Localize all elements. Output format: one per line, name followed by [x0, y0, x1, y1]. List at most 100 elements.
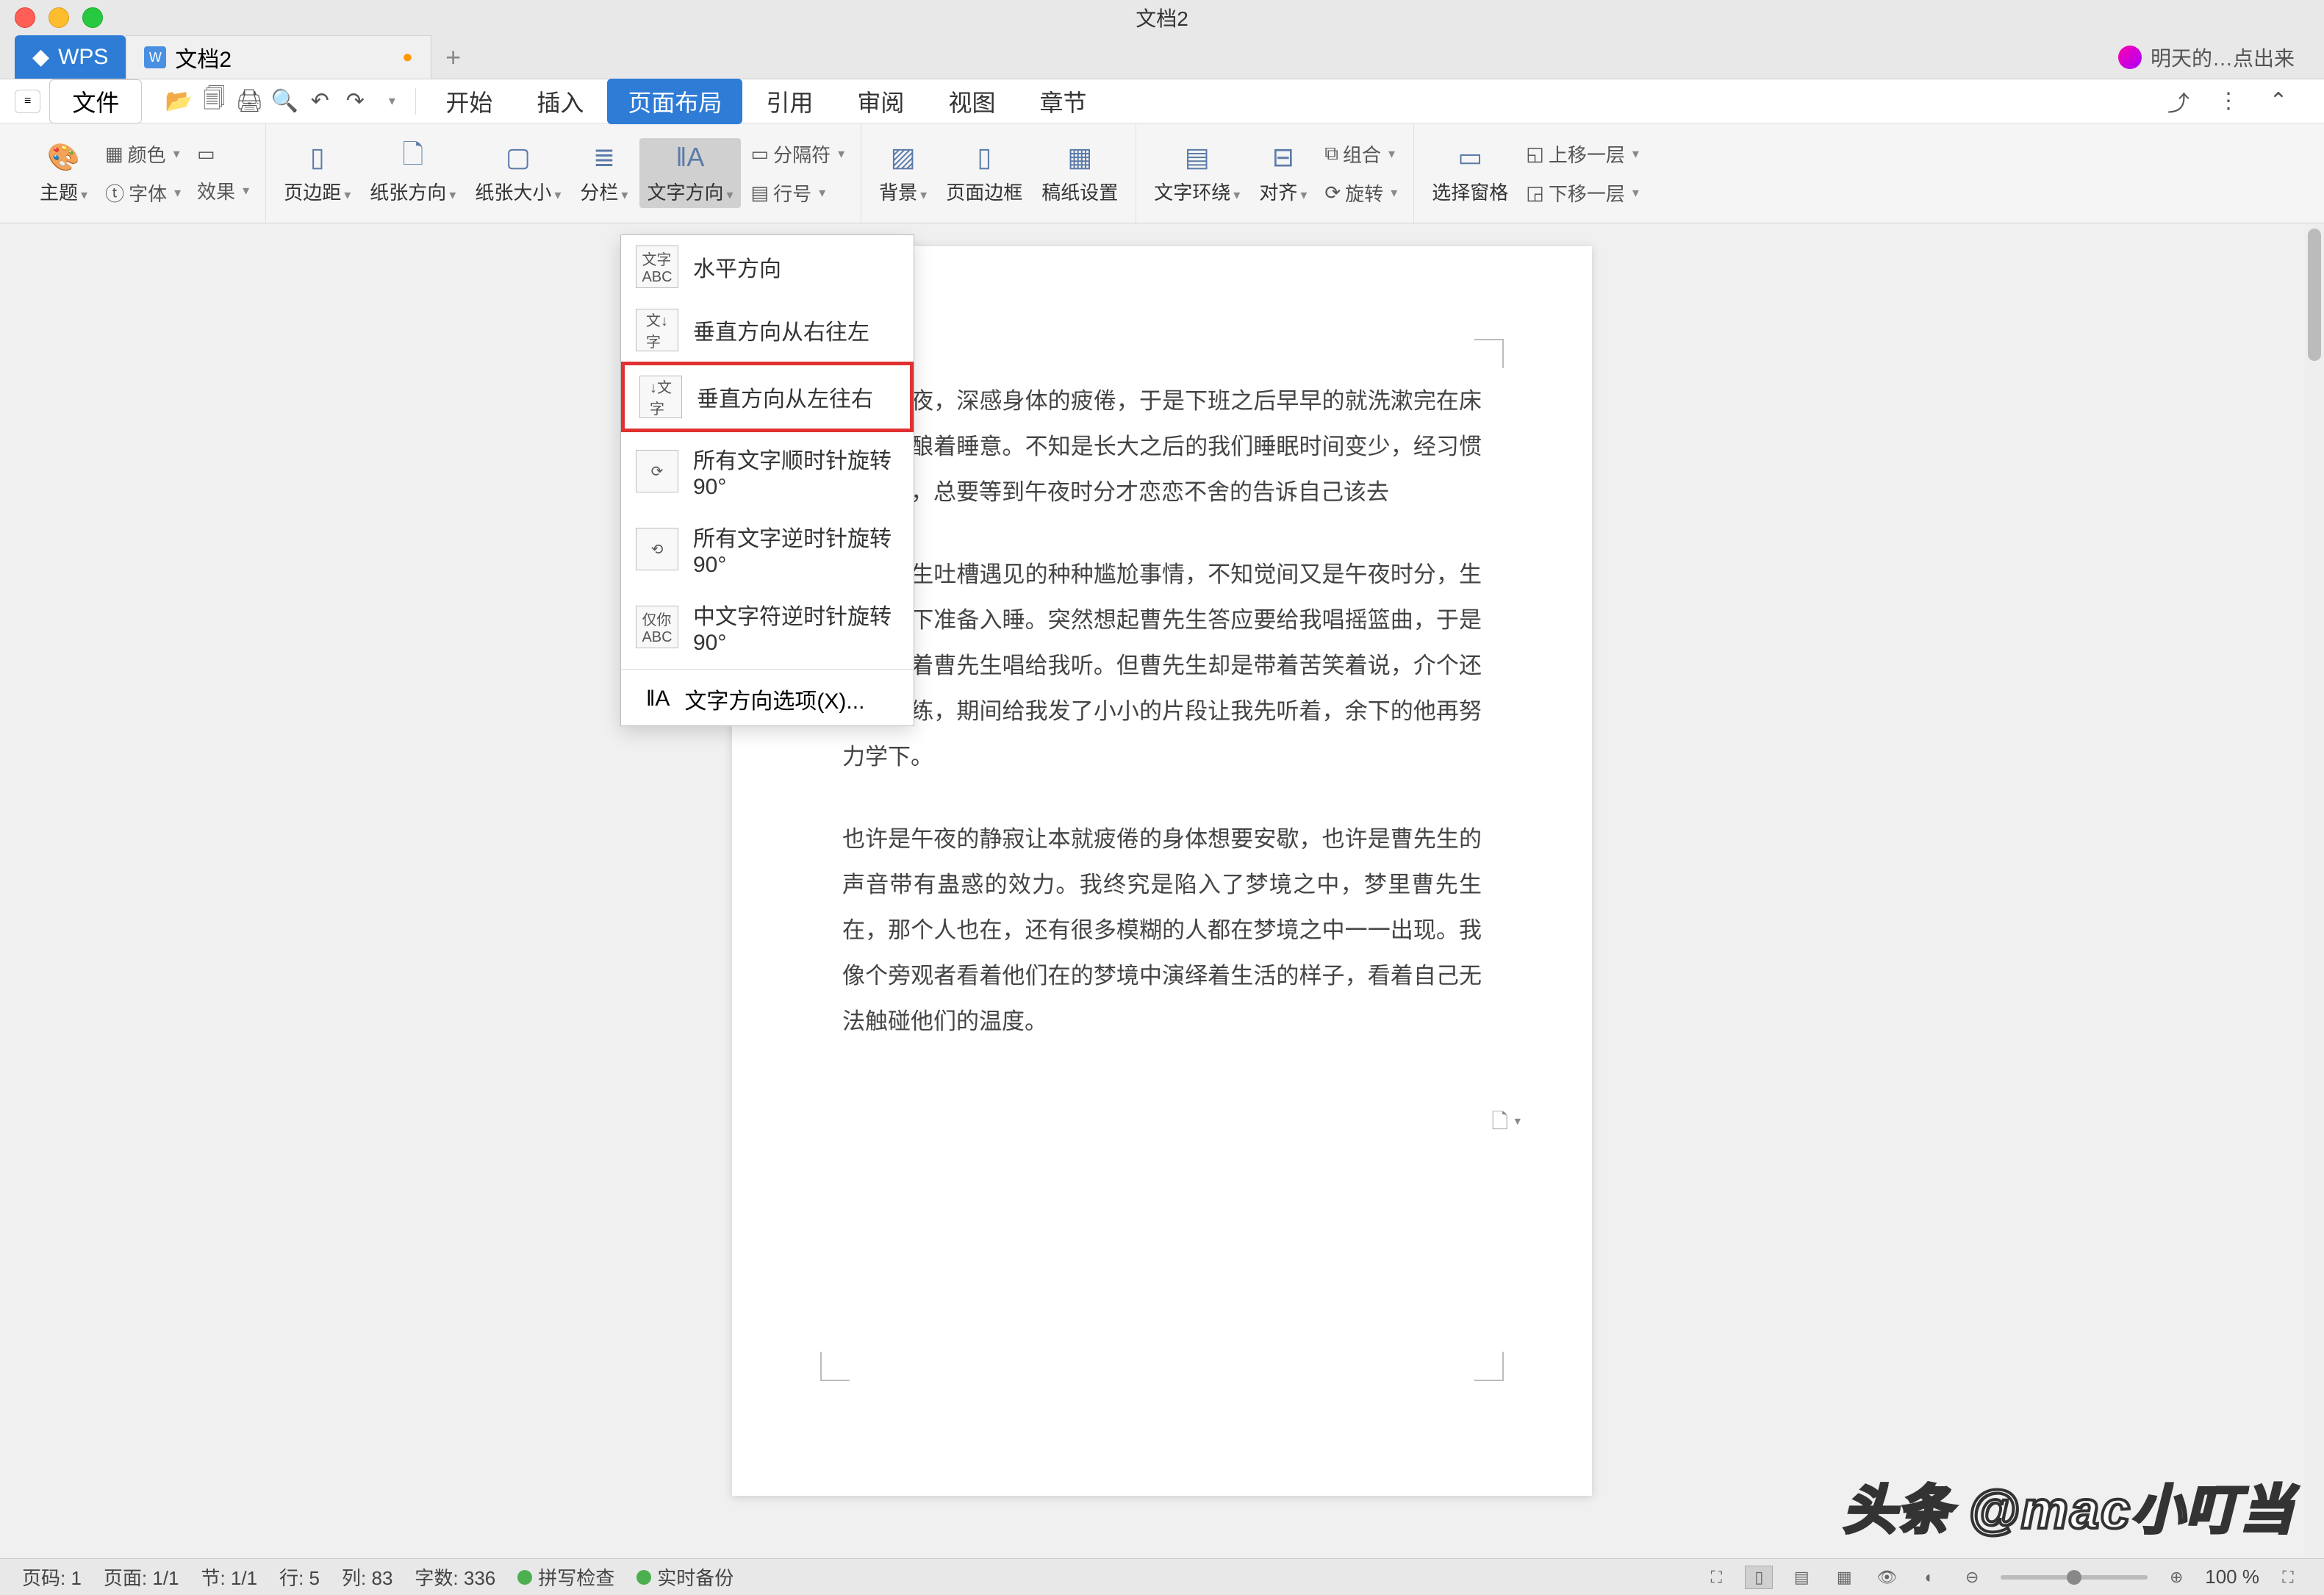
hamburger-menu-button[interactable]: ≡	[15, 90, 40, 113]
dd-item-cw90[interactable]: ⟳ 所有文字顺时针旋转90°	[621, 432, 914, 510]
status-wordcount[interactable]: 字数: 336	[415, 1563, 495, 1591]
selectpane-button[interactable]: ▭选择窗格	[1424, 138, 1516, 208]
close-window-button[interactable]	[15, 7, 35, 28]
background-icon: ▨	[887, 141, 919, 173]
zoom-slider-thumb[interactable]	[2067, 1570, 2081, 1585]
rotate-button[interactable]: ⟳旋转	[1319, 176, 1403, 209]
maximize-window-button[interactable]	[82, 7, 103, 28]
collapse-ribbon-icon[interactable]: ⌃	[2262, 85, 2295, 118]
font-button[interactable]: ⓣ字体	[99, 176, 187, 209]
selectpane-icon: ▭	[1454, 141, 1486, 173]
menu-tab-chapter[interactable]: 章节	[1019, 79, 1107, 124]
ribbon: 🎨 主题 ▦颜色 ⓣ字体 ▭ 效果 ▯页边距 🗋纸张方向 ▢纸张大小 ≣分栏 ‖…	[0, 123, 2324, 223]
status-backup[interactable]: 实时备份	[636, 1563, 734, 1591]
new-tab-button[interactable]: +	[431, 35, 476, 79]
page-content[interactable]: 日的熬夜，深感身体的疲倦，于是下班之后早早的就洗漱完在床上，酝酿着睡意。不知是长…	[842, 379, 1482, 1044]
background-button[interactable]: ▨背景	[872, 138, 934, 208]
redo-icon[interactable]: ↷	[339, 85, 371, 118]
tab-wps-label: WPS	[58, 45, 108, 70]
status-pagenum[interactable]: 页码: 1	[22, 1563, 82, 1591]
menu-tab-pagelayout[interactable]: 页面布局	[607, 79, 742, 124]
manuscript-button[interactable]: ▦稿纸设置	[1034, 138, 1125, 208]
color-button[interactable]: ▦颜色	[99, 137, 187, 171]
align-button[interactable]: ⊟对齐	[1252, 138, 1314, 208]
paragraph-1[interactable]: 日的熬夜，深感身体的疲倦，于是下班之后早早的就洗漱完在床上，酝酿着睡意。不知是长…	[842, 379, 1482, 515]
columns-button[interactable]: ≣分栏	[573, 138, 635, 208]
outlineview-button[interactable]: ▤	[1787, 1566, 1815, 1589]
status-page[interactable]: 页面: 1/1	[104, 1563, 179, 1591]
dash-button[interactable]: ▭	[191, 140, 255, 168]
size-icon: ▢	[502, 141, 534, 173]
text-direction-button[interactable]: ‖A文字方向	[639, 138, 740, 208]
textwrap-button[interactable]: ▤文字环绕	[1147, 138, 1247, 208]
fit-button[interactable]: ⛶	[2274, 1566, 2302, 1589]
tab-document[interactable]: W 文档2 ●	[126, 35, 431, 79]
movedown-button[interactable]: ◲下移一层	[1520, 176, 1645, 209]
horizontal-direction-icon: 文字ABC	[636, 245, 678, 288]
text-direction-dropdown: 文字ABC 水平方向 文↓字 垂直方向从右往左 ↓文字 垂直方向从左往右 ⟳ 所…	[620, 234, 914, 726]
group-icon: ⧉	[1324, 142, 1338, 165]
pageborder-button[interactable]: ▯页面边框	[939, 138, 1030, 208]
pageview-button[interactable]: ▯	[1745, 1566, 1773, 1589]
menu-tab-review[interactable]: 审阅	[836, 79, 925, 124]
scrollbar-thumb[interactable]	[2308, 229, 2321, 361]
vertical-scrollbar[interactable]	[2305, 224, 2324, 1558]
zoom-slider[interactable]	[2001, 1575, 2148, 1580]
zoom-level[interactable]: 100 %	[2205, 1566, 2259, 1588]
tab-wps-home[interactable]: ◆ WPS	[15, 35, 126, 79]
linenumber-button[interactable]: ▤行号	[745, 176, 851, 209]
dropdown-separator	[621, 669, 914, 670]
minimize-window-button[interactable]	[49, 7, 69, 28]
dd-label: 中文字符逆时针旋转90°	[693, 598, 899, 656]
focusview-button[interactable]: ◐	[1915, 1566, 1943, 1589]
avatar	[2118, 46, 2142, 69]
moveup-button[interactable]: ◱上移一层	[1520, 137, 1645, 171]
open-icon[interactable]: 📂	[162, 85, 195, 118]
fullscreen-button[interactable]: ⛶	[1702, 1566, 1730, 1589]
group-button[interactable]: ⧉组合	[1319, 137, 1403, 171]
readview-button[interactable]: 👁	[1873, 1566, 1901, 1589]
dd-item-ccw90[interactable]: ⟲ 所有文字逆时针旋转90°	[621, 510, 914, 588]
print-preview-icon[interactable]: 🔍	[268, 85, 301, 118]
pageborder-icon: ▯	[968, 141, 1000, 173]
more-icon[interactable]: ⋮	[2212, 85, 2245, 118]
effect-button[interactable]: 效果	[191, 174, 255, 207]
dd-item-vertical-rtl[interactable]: 文↓字 垂直方向从右往左	[621, 298, 914, 362]
zoom-out-button[interactable]: ⊖	[1958, 1566, 1986, 1589]
menu-tab-insert[interactable]: 插入	[516, 79, 604, 124]
status-line[interactable]: 行: 5	[279, 1563, 320, 1591]
menu-tab-view[interactable]: 视图	[928, 79, 1016, 124]
status-section[interactable]: 节: 1/1	[201, 1563, 258, 1591]
theme-label: 主题	[40, 178, 87, 205]
menu-tab-start[interactable]: 开始	[425, 79, 513, 124]
theme-button[interactable]: 🎨 主题	[32, 138, 95, 208]
status-spellcheck[interactable]: 拼写检查	[517, 1563, 614, 1591]
webview-button[interactable]: ▦	[1830, 1566, 1858, 1589]
textwrap-icon: ▤	[1181, 141, 1213, 173]
dd-item-cn-ccw90[interactable]: 仅你ABC 中文字符逆时针旋转90°	[621, 588, 914, 666]
save-icon[interactable]: 🗐	[198, 85, 230, 118]
orientation-button[interactable]: 🗋纸张方向	[362, 138, 463, 208]
dd-item-horizontal[interactable]: 文字ABC 水平方向	[621, 235, 914, 298]
status-col[interactable]: 列: 83	[342, 1563, 392, 1591]
share-icon[interactable]: ⤴	[2162, 85, 2195, 118]
zoom-in-button[interactable]: ⊕	[2162, 1566, 2190, 1589]
user-area[interactable]: 明天的…点出来	[2118, 35, 2324, 79]
section-marker[interactable]: 🗋 ▾	[1491, 1106, 1521, 1141]
separator-button[interactable]: ▭分隔符	[745, 137, 851, 171]
page-corner-br	[1474, 1352, 1504, 1381]
size-button[interactable]: ▢纸张大小	[467, 138, 568, 208]
tab-modified-indicator: ●	[402, 47, 413, 68]
dd-label: 垂直方向从右往左	[693, 314, 869, 346]
margin-button[interactable]: ▯页边距	[276, 138, 358, 208]
paragraph-2[interactable]: 和曹先生吐槽遇见的种种尴尬事情，不知觉间又是午夜时分，生的催促下准备入睡。突然想…	[842, 552, 1482, 780]
undo-icon[interactable]: ↶	[304, 85, 336, 118]
print-icon[interactable]: 🖨	[233, 85, 265, 118]
menu-tab-reference[interactable]: 引用	[745, 79, 833, 124]
paragraph-3[interactable]: 也许是午夜的静寂让本就疲倦的身体想要安歇，也许是曹先生的声音带有蛊惑的效力。我终…	[842, 817, 1482, 1044]
dd-item-options[interactable]: ‖A 文字方向选项(X)...	[621, 673, 914, 725]
ribbon-group-theme: 🎨 主题 ▦颜色 ⓣ字体 ▭ 效果	[22, 123, 266, 223]
quick-access-dropdown[interactable]	[374, 85, 406, 118]
dd-item-vertical-ltr[interactable]: ↓文字 垂直方向从左往右	[621, 362, 914, 432]
file-menu-button[interactable]: 文件	[49, 79, 142, 123]
